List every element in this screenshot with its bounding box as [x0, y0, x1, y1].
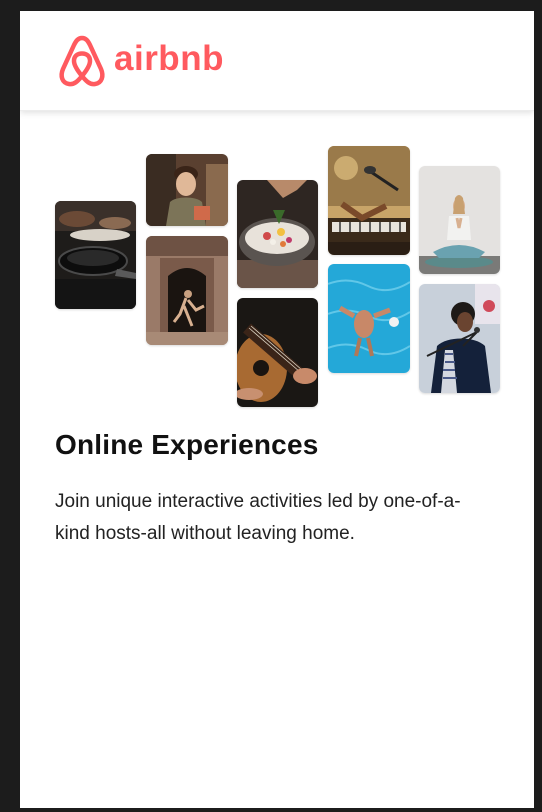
swimmer-pool-photo: [328, 264, 410, 373]
keyboard-musician-photo: [328, 146, 410, 255]
airbnb-belo-icon: [59, 35, 105, 87]
meditation-photo: [419, 166, 500, 274]
dancer-doorway-photo: [146, 236, 228, 345]
guitar-player-photo: [237, 298, 318, 407]
page-description: Join unique interactive activities led b…: [55, 491, 461, 544]
food-bowl-photo: [237, 180, 318, 288]
cooking-pans-photo: [55, 201, 136, 309]
airbnb-logo[interactable]: airbnb: [58, 34, 224, 88]
site-header: airbnb: [20, 11, 534, 111]
page: airbnb Online Experiences Join unique in…: [20, 11, 534, 808]
page-title: Online Experiences: [55, 429, 319, 460]
smiling-host-photo: [146, 154, 228, 226]
singer-microphone-photo: [419, 284, 500, 393]
brand-wordmark: airbnb: [114, 39, 224, 78]
